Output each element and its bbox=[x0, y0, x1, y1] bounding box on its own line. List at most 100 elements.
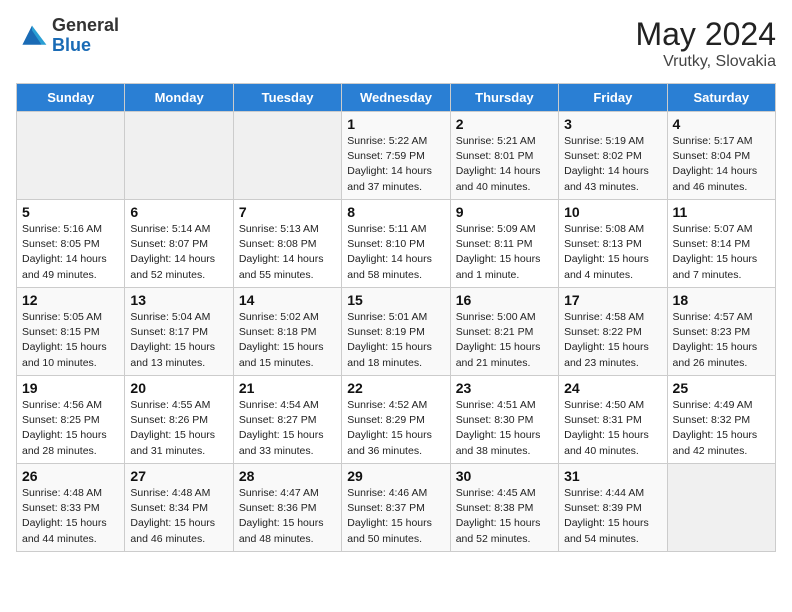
calendar-cell: 23 Sunrise: 4:51 AM Sunset: 8:30 PM Dayli… bbox=[450, 376, 558, 464]
day-info: Sunrise: 4:51 AM Sunset: 8:30 PM Dayligh… bbox=[456, 398, 553, 459]
calendar-cell: 21 Sunrise: 4:54 AM Sunset: 8:27 PM Dayli… bbox=[233, 376, 341, 464]
weekday-wednesday: Wednesday bbox=[342, 84, 450, 112]
day-info: Sunrise: 5:11 AM Sunset: 8:10 PM Dayligh… bbox=[347, 222, 444, 283]
day-number: 7 bbox=[239, 204, 336, 220]
location: Vrutky, Slovakia bbox=[635, 53, 776, 71]
day-number: 10 bbox=[564, 204, 661, 220]
calendar-cell: 14 Sunrise: 5:02 AM Sunset: 8:18 PM Dayli… bbox=[233, 288, 341, 376]
day-info: Sunrise: 4:56 AM Sunset: 8:25 PM Dayligh… bbox=[22, 398, 119, 459]
day-info: Sunrise: 5:00 AM Sunset: 8:21 PM Dayligh… bbox=[456, 310, 553, 371]
calendar-cell: 19 Sunrise: 4:56 AM Sunset: 8:25 PM Dayli… bbox=[17, 376, 125, 464]
title-block: May 2024 Vrutky, Slovakia bbox=[635, 16, 776, 71]
day-info: Sunrise: 5:08 AM Sunset: 8:13 PM Dayligh… bbox=[564, 222, 661, 283]
day-info: Sunrise: 4:50 AM Sunset: 8:31 PM Dayligh… bbox=[564, 398, 661, 459]
day-number: 25 bbox=[673, 380, 770, 396]
day-number: 29 bbox=[347, 468, 444, 484]
day-info: Sunrise: 4:46 AM Sunset: 8:37 PM Dayligh… bbox=[347, 486, 444, 547]
day-number: 12 bbox=[22, 292, 119, 308]
day-info: Sunrise: 5:09 AM Sunset: 8:11 PM Dayligh… bbox=[456, 222, 553, 283]
calendar-cell: 26Sunrise: 4:48 AM Sunset: 8:33 PM Dayli… bbox=[17, 464, 125, 552]
day-info: Sunrise: 5:17 AM Sunset: 8:04 PM Dayligh… bbox=[673, 134, 770, 195]
weekday-thursday: Thursday bbox=[450, 84, 558, 112]
day-number: 6 bbox=[130, 204, 227, 220]
day-number: 27 bbox=[130, 468, 227, 484]
month-year: May 2024 bbox=[635, 16, 776, 53]
day-info: Sunrise: 4:48 AM Sunset: 8:33 PM Dayligh… bbox=[22, 486, 119, 547]
day-number: 18 bbox=[673, 292, 770, 308]
day-info: Sunrise: 5:01 AM Sunset: 8:19 PM Dayligh… bbox=[347, 310, 444, 371]
day-number: 23 bbox=[456, 380, 553, 396]
calendar-body: 1Sunrise: 5:22 AM Sunset: 7:59 PM Daylig… bbox=[17, 112, 776, 552]
day-number: 31 bbox=[564, 468, 661, 484]
day-info: Sunrise: 4:54 AM Sunset: 8:27 PM Dayligh… bbox=[239, 398, 336, 459]
day-info: Sunrise: 5:13 AM Sunset: 8:08 PM Dayligh… bbox=[239, 222, 336, 283]
calendar-week-2: 12 Sunrise: 5:05 AM Sunset: 8:15 PM Dayli… bbox=[17, 288, 776, 376]
calendar-week-4: 26Sunrise: 4:48 AM Sunset: 8:33 PM Dayli… bbox=[17, 464, 776, 552]
calendar-week-3: 19 Sunrise: 4:56 AM Sunset: 8:25 PM Dayli… bbox=[17, 376, 776, 464]
day-number: 30 bbox=[456, 468, 553, 484]
day-number: 17 bbox=[564, 292, 661, 308]
logo-text: General Blue bbox=[52, 16, 119, 56]
calendar-cell: 11Sunrise: 5:07 AM Sunset: 8:14 PM Dayli… bbox=[667, 200, 775, 288]
calendar-cell: 20 Sunrise: 4:55 AM Sunset: 8:26 PM Dayli… bbox=[125, 376, 233, 464]
day-number: 14 bbox=[239, 292, 336, 308]
day-info: Sunrise: 5:21 AM Sunset: 8:01 PM Dayligh… bbox=[456, 134, 553, 195]
day-number: 24 bbox=[564, 380, 661, 396]
calendar-cell bbox=[667, 464, 775, 552]
weekday-saturday: Saturday bbox=[667, 84, 775, 112]
calendar-cell bbox=[125, 112, 233, 200]
calendar-week-0: 1Sunrise: 5:22 AM Sunset: 7:59 PM Daylig… bbox=[17, 112, 776, 200]
logo-icon bbox=[16, 22, 48, 50]
calendar-cell: 24 Sunrise: 4:50 AM Sunset: 8:31 PM Dayli… bbox=[559, 376, 667, 464]
calendar-cell: 1Sunrise: 5:22 AM Sunset: 7:59 PM Daylig… bbox=[342, 112, 450, 200]
day-info: Sunrise: 5:19 AM Sunset: 8:02 PM Dayligh… bbox=[564, 134, 661, 195]
calendar-cell: 30 Sunrise: 4:45 AM Sunset: 8:38 PM Dayli… bbox=[450, 464, 558, 552]
calendar-cell: 9 Sunrise: 5:09 AM Sunset: 8:11 PM Daylig… bbox=[450, 200, 558, 288]
calendar-cell: 15 Sunrise: 5:01 AM Sunset: 8:19 PM Dayli… bbox=[342, 288, 450, 376]
day-info: Sunrise: 4:49 AM Sunset: 8:32 PM Dayligh… bbox=[673, 398, 770, 459]
calendar-cell: 10 Sunrise: 5:08 AM Sunset: 8:13 PM Dayli… bbox=[559, 200, 667, 288]
weekday-sunday: Sunday bbox=[17, 84, 125, 112]
day-info: Sunrise: 4:47 AM Sunset: 8:36 PM Dayligh… bbox=[239, 486, 336, 547]
day-number: 22 bbox=[347, 380, 444, 396]
logo: General Blue bbox=[16, 16, 119, 56]
day-number: 4 bbox=[673, 116, 770, 132]
day-info: Sunrise: 4:45 AM Sunset: 8:38 PM Dayligh… bbox=[456, 486, 553, 547]
day-number: 9 bbox=[456, 204, 553, 220]
day-info: Sunrise: 5:05 AM Sunset: 8:15 PM Dayligh… bbox=[22, 310, 119, 371]
day-info: Sunrise: 4:57 AM Sunset: 8:23 PM Dayligh… bbox=[673, 310, 770, 371]
day-number: 8 bbox=[347, 204, 444, 220]
weekday-monday: Monday bbox=[125, 84, 233, 112]
day-number: 20 bbox=[130, 380, 227, 396]
logo-general: General bbox=[52, 15, 119, 35]
day-info: Sunrise: 4:44 AM Sunset: 8:39 PM Dayligh… bbox=[564, 486, 661, 547]
day-number: 3 bbox=[564, 116, 661, 132]
day-number: 1 bbox=[347, 116, 444, 132]
calendar-cell: 28 Sunrise: 4:47 AM Sunset: 8:36 PM Dayli… bbox=[233, 464, 341, 552]
calendar-cell: 13 Sunrise: 5:04 AM Sunset: 8:17 PM Dayli… bbox=[125, 288, 233, 376]
day-info: Sunrise: 5:14 AM Sunset: 8:07 PM Dayligh… bbox=[130, 222, 227, 283]
page-header: General Blue May 2024 Vrutky, Slovakia bbox=[16, 16, 776, 71]
day-number: 11 bbox=[673, 204, 770, 220]
day-number: 28 bbox=[239, 468, 336, 484]
weekday-header-row: SundayMondayTuesdayWednesdayThursdayFrid… bbox=[17, 84, 776, 112]
calendar-cell: 6 Sunrise: 5:14 AM Sunset: 8:07 PM Daylig… bbox=[125, 200, 233, 288]
day-number: 16 bbox=[456, 292, 553, 308]
day-number: 15 bbox=[347, 292, 444, 308]
weekday-tuesday: Tuesday bbox=[233, 84, 341, 112]
day-info: Sunrise: 5:04 AM Sunset: 8:17 PM Dayligh… bbox=[130, 310, 227, 371]
day-info: Sunrise: 5:16 AM Sunset: 8:05 PM Dayligh… bbox=[22, 222, 119, 283]
day-info: Sunrise: 4:55 AM Sunset: 8:26 PM Dayligh… bbox=[130, 398, 227, 459]
calendar-cell: 2Sunrise: 5:21 AM Sunset: 8:01 PM Daylig… bbox=[450, 112, 558, 200]
logo-blue: Blue bbox=[52, 35, 91, 55]
calendar-cell bbox=[233, 112, 341, 200]
calendar-table: SundayMondayTuesdayWednesdayThursdayFrid… bbox=[16, 83, 776, 552]
day-info: Sunrise: 5:02 AM Sunset: 8:18 PM Dayligh… bbox=[239, 310, 336, 371]
calendar-cell: 5Sunrise: 5:16 AM Sunset: 8:05 PM Daylig… bbox=[17, 200, 125, 288]
day-info: Sunrise: 4:48 AM Sunset: 8:34 PM Dayligh… bbox=[130, 486, 227, 547]
weekday-friday: Friday bbox=[559, 84, 667, 112]
calendar-cell: 7 Sunrise: 5:13 AM Sunset: 8:08 PM Daylig… bbox=[233, 200, 341, 288]
day-number: 13 bbox=[130, 292, 227, 308]
day-number: 19 bbox=[22, 380, 119, 396]
day-number: 21 bbox=[239, 380, 336, 396]
